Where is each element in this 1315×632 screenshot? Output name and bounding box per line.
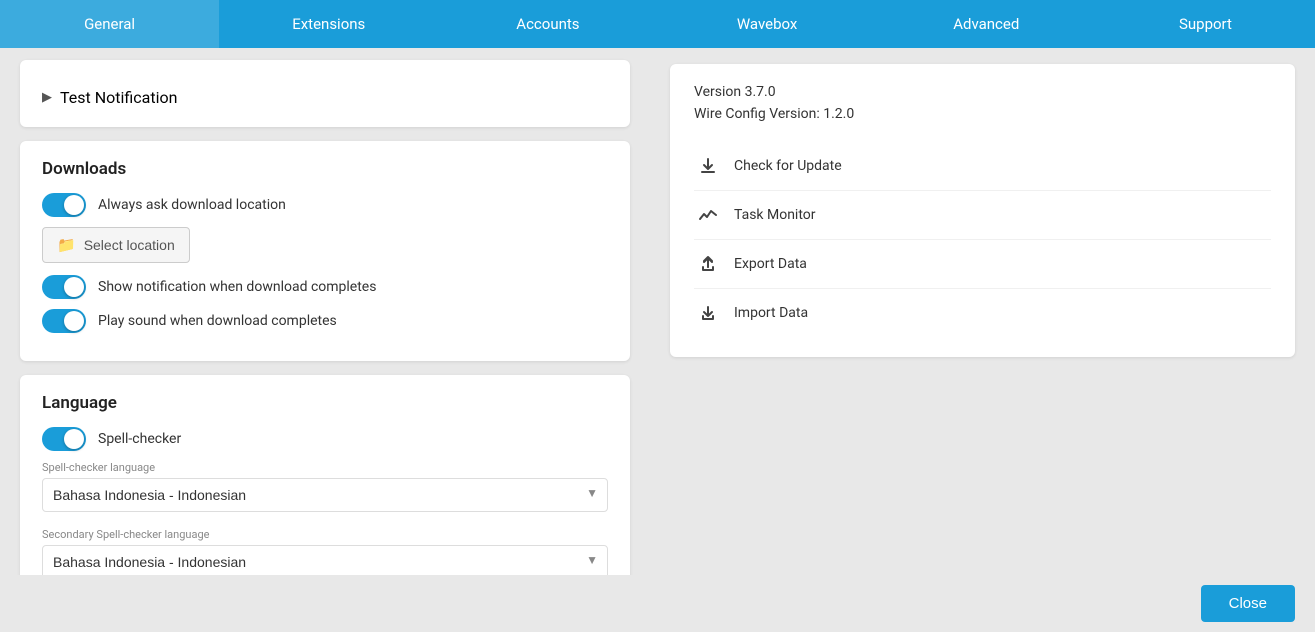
- main-content: ▶ Test Notification Downloads Always ask…: [0, 48, 1315, 632]
- always-ask-toggle[interactable]: [42, 193, 86, 217]
- show-notification-toggle[interactable]: [42, 275, 86, 299]
- nav-wavebox[interactable]: Wavebox: [658, 0, 877, 48]
- top-navigation: General Extensions Accounts Wavebox Adva…: [0, 0, 1315, 48]
- import-data-label: Import Data: [734, 305, 808, 321]
- version-text: Version 3.7.0: [694, 84, 1271, 100]
- show-notification-row: Show notification when download complete…: [42, 275, 608, 299]
- spell-checker-label: Spell-checker: [98, 431, 181, 447]
- downloads-card: Downloads Always ask download location 📁…: [20, 141, 630, 361]
- chart-icon: [694, 201, 722, 229]
- nav-support[interactable]: Support: [1096, 0, 1315, 48]
- select-location-label: Select location: [84, 237, 175, 253]
- play-icon: ▶: [42, 90, 52, 105]
- left-panel: ▶ Test Notification Downloads Always ask…: [0, 48, 650, 632]
- always-ask-row: Always ask download location: [42, 193, 608, 217]
- test-notification-card: ▶ Test Notification: [20, 60, 630, 127]
- info-card: Version 3.7.0 Wire Config Version: 1.2.0…: [670, 64, 1295, 357]
- right-panel: Version 3.7.0 Wire Config Version: 1.2.0…: [650, 48, 1315, 632]
- always-ask-label: Always ask download location: [98, 197, 286, 213]
- check-update-row[interactable]: Check for Update: [694, 142, 1271, 191]
- spell-checker-row: Spell-checker: [42, 427, 608, 451]
- check-update-label: Check for Update: [734, 158, 842, 174]
- spell-checker-toggle[interactable]: [42, 427, 86, 451]
- import-data-row[interactable]: Import Data: [694, 289, 1271, 337]
- spell-checker-language-label: Spell-checker language: [42, 461, 608, 474]
- select-location-button[interactable]: 📁 Select location: [42, 227, 190, 263]
- wire-config-text: Wire Config Version: 1.2.0: [694, 106, 1271, 122]
- secondary-language-label: Secondary Spell-checker language: [42, 528, 608, 541]
- play-sound-toggle[interactable]: [42, 309, 86, 333]
- play-sound-row: Play sound when download completes: [42, 309, 608, 333]
- export-data-label: Export Data: [734, 256, 807, 272]
- secondary-language-select[interactable]: Bahasa Indonesia - Indonesian: [42, 545, 608, 579]
- bottom-bar: Close: [0, 575, 1315, 632]
- spell-checker-language-select[interactable]: Bahasa Indonesia - Indonesian: [42, 478, 608, 512]
- task-monitor-label: Task Monitor: [734, 207, 816, 223]
- folder-icon: 📁: [57, 236, 76, 254]
- nav-general[interactable]: General: [0, 0, 219, 48]
- nav-extensions[interactable]: Extensions: [219, 0, 438, 48]
- download-icon: [694, 152, 722, 180]
- export-data-row[interactable]: Export Data: [694, 240, 1271, 289]
- secondary-language-wrapper: Secondary Spell-checker language Bahasa …: [42, 528, 608, 579]
- export-icon: [694, 250, 722, 278]
- test-notification-label: Test Notification: [60, 88, 177, 107]
- nav-accounts[interactable]: Accounts: [438, 0, 657, 48]
- import-icon: [694, 299, 722, 327]
- nav-advanced[interactable]: Advanced: [877, 0, 1096, 48]
- spell-checker-language-wrapper: Spell-checker language Bahasa Indonesia …: [42, 461, 608, 512]
- close-button[interactable]: Close: [1201, 585, 1295, 622]
- downloads-heading: Downloads: [42, 159, 608, 179]
- play-sound-label: Play sound when download completes: [98, 313, 337, 329]
- show-notification-label: Show notification when download complete…: [98, 279, 376, 295]
- task-monitor-row[interactable]: Task Monitor: [694, 191, 1271, 240]
- test-notification-row[interactable]: ▶ Test Notification: [42, 78, 608, 109]
- language-heading: Language: [42, 393, 608, 413]
